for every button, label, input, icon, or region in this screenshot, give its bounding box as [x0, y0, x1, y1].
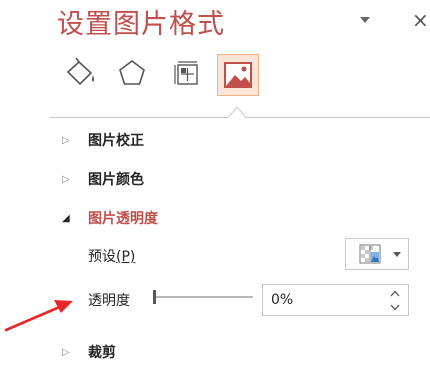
chevron-down-icon[interactable] — [358, 14, 372, 26]
section-label: 图片颜色 — [88, 172, 144, 188]
tab-effects[interactable] — [112, 53, 152, 95]
tab-divider — [50, 117, 228, 118]
section-label: 裁剪 — [88, 345, 116, 361]
annotation-arrow-icon — [4, 300, 73, 332]
spin-up-icon[interactable] — [387, 288, 403, 299]
collapse-arrow-icon: ◢ — [62, 212, 70, 224]
paint-bucket-icon — [66, 57, 94, 86]
transparency-label: 透明度 — [88, 293, 130, 309]
preset-label: 预设(P) — [88, 249, 136, 265]
section-label: 图片透明度 — [88, 211, 158, 227]
section-picture-transparency[interactable]: ◢ 图片透明度 — [62, 205, 158, 231]
tab-size-properties[interactable] — [167, 53, 207, 95]
slider-thumb[interactable] — [153, 290, 156, 304]
picture-icon — [224, 62, 252, 88]
preset-dropdown-button[interactable] — [345, 238, 409, 270]
slider-track — [153, 296, 253, 298]
transparency-preset-icon — [359, 244, 381, 264]
transparency-slider[interactable] — [153, 287, 253, 307]
section-crop[interactable]: ▷ 裁剪 — [62, 339, 116, 365]
section-picture-color[interactable]: ▷ 图片颜色 — [62, 166, 144, 192]
tab-picture[interactable] — [217, 54, 259, 96]
tab-fill-line[interactable] — [62, 53, 102, 95]
expand-arrow-icon: ▷ — [62, 346, 70, 358]
section-picture-correction[interactable]: ▷ 图片校正 — [62, 127, 144, 153]
chevron-down-icon — [393, 252, 401, 257]
spin-down-icon[interactable] — [387, 302, 403, 313]
expand-arrow-icon: ▷ — [62, 134, 70, 146]
expand-arrow-icon: ▷ — [62, 173, 70, 185]
tab-divider — [246, 117, 430, 118]
section-label: 图片校正 — [88, 133, 144, 149]
pane-title: 设置图片格式 — [57, 9, 225, 40]
close-button[interactable]: × — [412, 8, 429, 32]
tab-pointer — [228, 106, 246, 118]
pentagon-icon — [119, 60, 145, 85]
size-properties-icon — [174, 61, 198, 85]
